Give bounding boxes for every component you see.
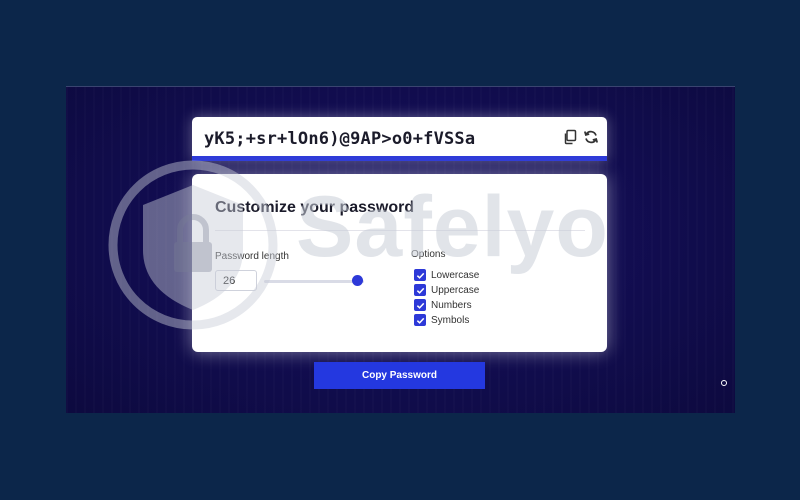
checkbox-uppercase[interactable]	[414, 284, 426, 296]
app-screen: yK5;+sr+lOn6)@9AP>o0+fVSSa Customize you…	[66, 86, 735, 413]
check-icon	[416, 317, 424, 324]
customize-card: Customize your password Password length …	[192, 174, 607, 352]
check-icon	[416, 272, 424, 279]
generated-password[interactable]: yK5;+sr+lOn6)@9AP>o0+fVSSa	[204, 129, 475, 149]
checkbox-lowercase[interactable]	[414, 269, 426, 281]
card-title: Customize your password	[215, 199, 415, 216]
refresh-icon[interactable]	[583, 129, 599, 145]
password-length-input[interactable]: 26	[215, 270, 257, 291]
checkbox-numbers[interactable]	[414, 299, 426, 311]
password-length-slider[interactable]	[264, 280, 364, 283]
option-lowercase[interactable]: Lowercase	[414, 269, 479, 281]
options-label: Options	[411, 249, 446, 260]
checkbox-symbols[interactable]	[414, 314, 426, 326]
option-symbols[interactable]: Symbols	[414, 314, 469, 326]
check-icon	[416, 302, 424, 309]
password-length-label: Password length	[215, 251, 289, 262]
copy-password-button[interactable]: Copy Password	[314, 362, 485, 389]
option-numbers[interactable]: Numbers	[414, 299, 472, 311]
generated-password-bar: yK5;+sr+lOn6)@9AP>o0+fVSSa	[192, 117, 607, 161]
option-label: Lowercase	[431, 269, 480, 281]
option-uppercase[interactable]: Uppercase	[414, 284, 479, 296]
divider	[215, 230, 585, 231]
option-label: Uppercase	[431, 284, 480, 296]
option-label: Symbols	[431, 314, 470, 326]
check-icon	[416, 287, 424, 294]
slider-thumb[interactable]	[352, 275, 363, 286]
copy-icon[interactable]	[562, 129, 578, 145]
cursor-indicator	[721, 380, 727, 386]
option-label: Numbers	[431, 299, 472, 311]
